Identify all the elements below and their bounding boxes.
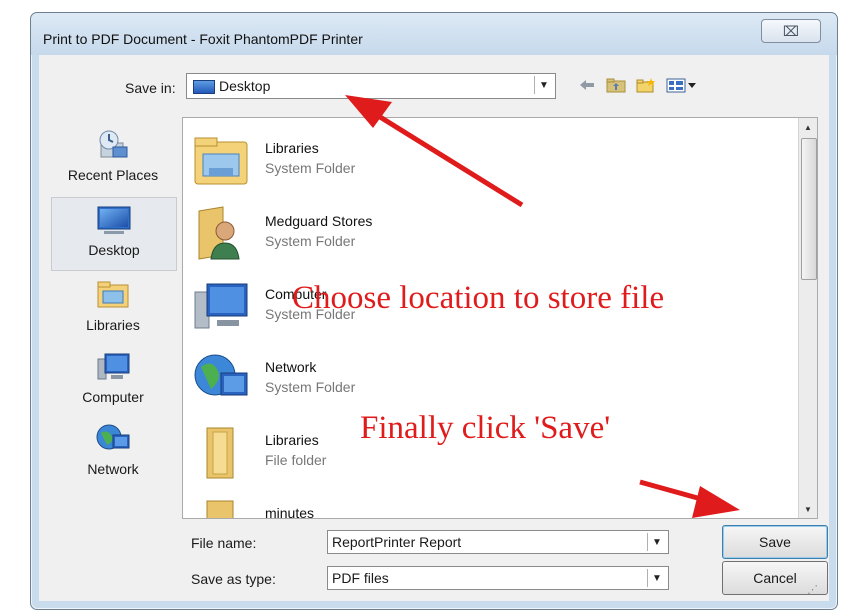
annotation-choose-location: Choose location to store file: [292, 280, 665, 316]
annotation-click-save: Finally click 'Save': [360, 410, 611, 446]
arrow-to-location: [345, 95, 524, 208]
arrow-to-save: [639, 479, 740, 518]
